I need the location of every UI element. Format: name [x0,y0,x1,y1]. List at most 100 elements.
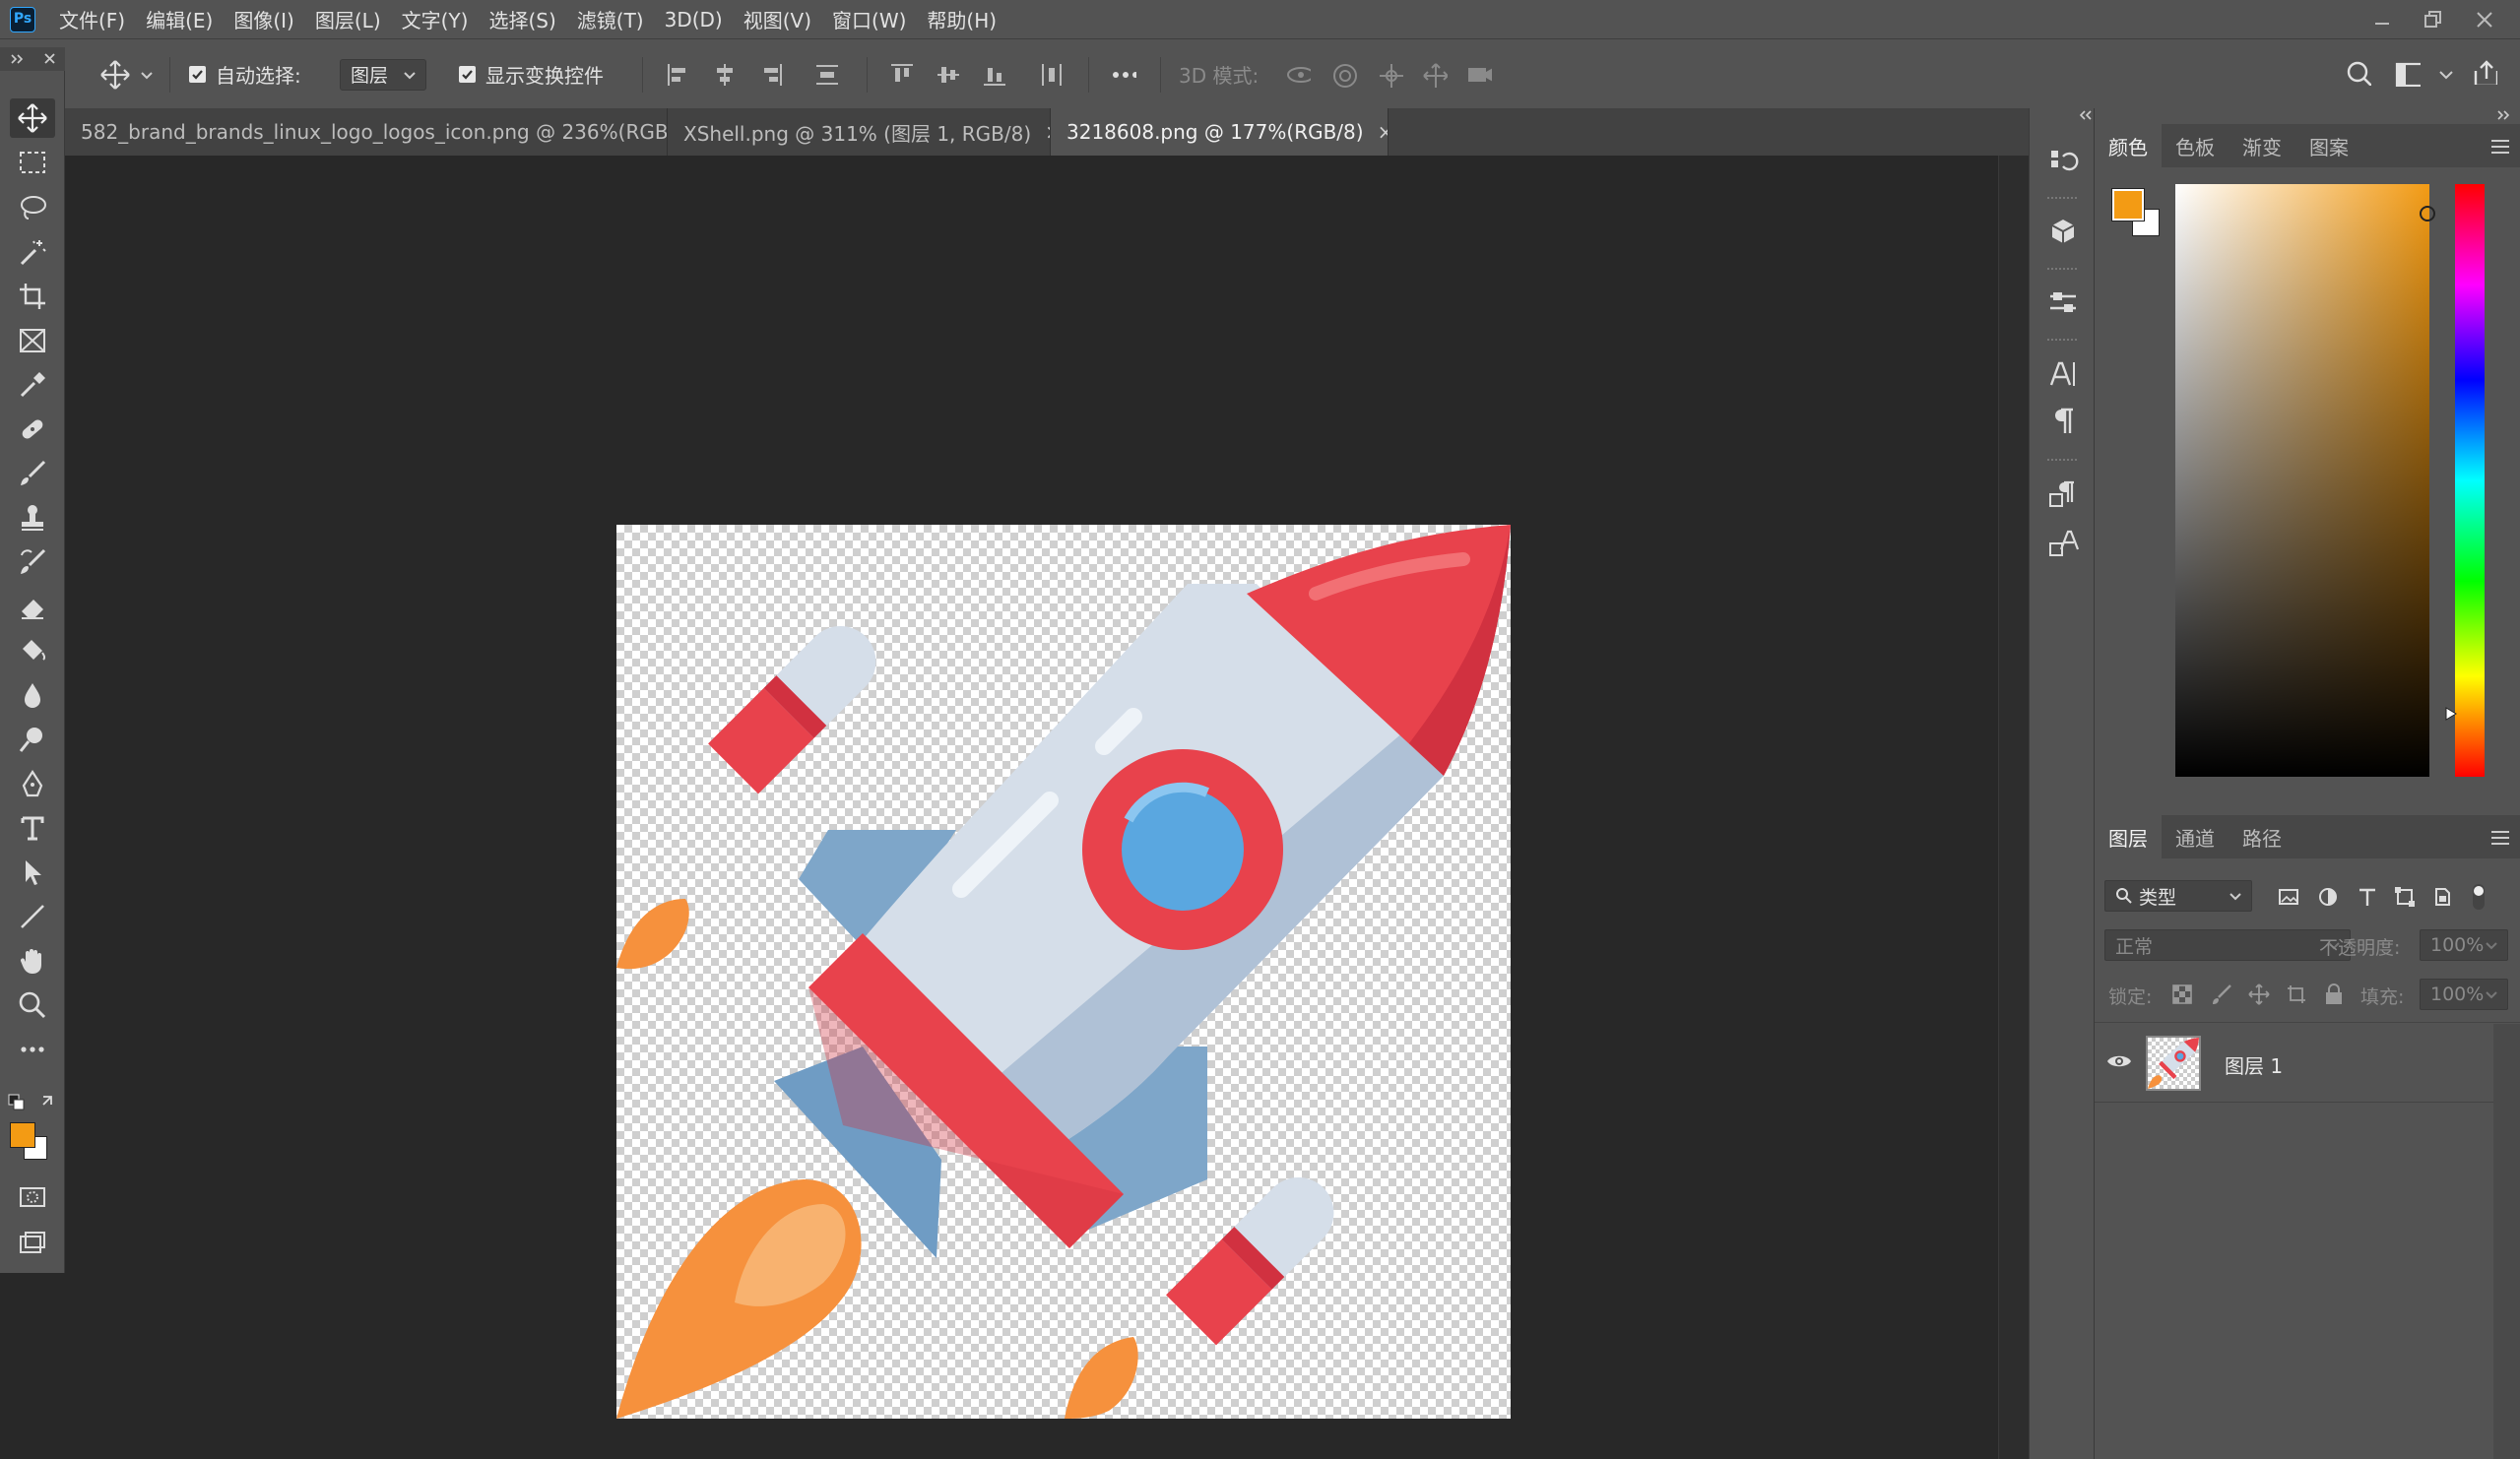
distribute-horizontal-icon[interactable] [1039,62,1065,88]
3d-roll-icon[interactable] [1331,62,1357,88]
search-icon[interactable] [2346,60,2371,86]
history-panel-button[interactable] [2043,143,2083,182]
restore-button[interactable] [2408,4,2459,35]
tab-swatches[interactable]: 色板 [2162,124,2229,167]
move-tool[interactable] [10,98,55,138]
blur-tool[interactable] [10,675,55,715]
tab-layers[interactable]: 图层 [2095,815,2162,858]
lock-position-icon[interactable] [2248,983,2270,1005]
menu-select[interactable]: 选择(S) [488,5,555,33]
paragraph-styles-button[interactable] [2043,475,2083,514]
tab-channels[interactable]: 通道 [2162,815,2229,858]
share-icon[interactable] [2472,59,2497,85]
align-top-icon[interactable] [889,62,915,88]
vertical-scrollbar[interactable] [1998,156,2029,1459]
type-layer-filter-icon[interactable] [2357,886,2378,908]
distribute-vertical-icon[interactable] [814,62,840,88]
collapse-double-chevron-icon[interactable] [0,47,65,71]
pixel-layer-filter-icon[interactable] [2278,886,2299,908]
color-picker-handle[interactable] [2420,206,2435,222]
hue-slider-marker-icon[interactable] [2445,707,2457,721]
magic-wand-tool[interactable] [10,232,55,272]
marquee-tool[interactable] [10,143,55,182]
dodge-tool[interactable] [10,720,55,759]
pen-tool[interactable] [10,764,55,803]
lock-all-icon[interactable] [2323,983,2345,1006]
tab-paths[interactable]: 路径 [2229,815,2295,858]
clone-stamp-tool[interactable] [10,498,55,538]
3d-orbit-icon[interactable] [1285,62,1311,88]
paint-bucket-tool[interactable] [10,631,55,670]
more-options-icon[interactable] [1111,62,1136,88]
hand-tool[interactable] [10,941,55,981]
frame-tool[interactable] [10,321,55,360]
menu-view[interactable]: 视图(V) [743,5,811,33]
collapse-double-chevron-icon[interactable] [2075,108,2095,122]
show-transform-option[interactable]: 显示变换控件 [459,39,604,109]
filter-toggle-icon[interactable] [2467,882,2490,912]
auto-select-option[interactable]: 自动选择: [189,39,301,109]
tools-panel-header[interactable] [0,47,65,71]
menu-window[interactable]: 窗口(W) [832,5,906,33]
panel-menu-icon[interactable] [2488,138,2512,156]
adjustment-layer-filter-icon[interactable] [2317,886,2339,908]
lock-image-pixels-icon[interactable] [2211,983,2232,1005]
3d-camera-icon[interactable] [1466,62,1492,88]
foreground-color-chip[interactable] [2111,188,2145,222]
character-panel-button[interactable] [2043,354,2083,394]
panel-menu-icon[interactable] [2488,829,2512,847]
layer-row[interactable]: 图层 1 [2095,1024,2493,1103]
color-panel-swatches[interactable] [2111,188,2162,238]
tab-gradients[interactable]: 渐变 [2229,124,2295,167]
menu-image[interactable]: 图像(I) [233,5,294,33]
align-vcenter-icon[interactable] [936,62,961,88]
blend-mode-dropdown[interactable]: 正常 [2104,929,2351,961]
workspace-icon[interactable] [2395,61,2421,87]
screen-mode-button[interactable] [10,1224,55,1263]
menu-layer[interactable]: 图层(L) [315,5,381,33]
color-field[interactable] [2175,184,2435,777]
layers-scrollbar[interactable] [2493,1024,2520,1459]
zoom-tool[interactable] [10,985,55,1025]
quick-mask-button[interactable] [10,1177,55,1217]
close-icon[interactable]: × [1378,120,1388,144]
menu-file[interactable]: 文件(F) [59,5,125,33]
history-brush-tool[interactable] [10,542,55,582]
adjustments-panel-button[interactable] [2043,283,2083,322]
shape-layer-filter-icon[interactable] [2394,886,2416,908]
hue-slider[interactable] [2455,184,2485,777]
eyedropper-tool[interactable] [10,365,55,405]
type-tool[interactable] [10,808,55,848]
path-selection-tool[interactable] [10,853,55,892]
align-bottom-icon[interactable] [982,62,1007,88]
crop-tool[interactable] [10,277,55,316]
3d-slide-icon[interactable] [1422,62,1448,88]
brush-tool[interactable] [10,454,55,493]
menu-filter[interactable]: 滤镜(T) [577,5,644,33]
auto-select-target-dropdown[interactable]: 图层 [340,58,426,91]
align-right-icon[interactable] [758,62,784,88]
3d-pan-icon[interactable] [1378,62,1403,88]
color-swatches[interactable] [10,1122,49,1162]
eye-icon[interactable] [2106,1051,2132,1071]
tab-linux-logo[interactable]: 582_brand_brands_linux_logo_logos_icon.p… [65,108,668,156]
opacity-input[interactable]: 100% [2420,929,2508,961]
tab-xshell[interactable]: XShell.png @ 311% (图层 1, RGB/8) × [668,108,1051,156]
line-tool[interactable] [10,897,55,936]
tab-3218608[interactable]: 3218608.png @ 177%(RGB/8) × [1051,108,1389,156]
foreground-color-swatch[interactable] [10,1122,35,1148]
close-window-button[interactable] [2459,4,2510,35]
character-styles-button[interactable] [2043,524,2083,563]
layer-name[interactable]: 图层 1 [2225,1050,2283,1079]
menu-edit[interactable]: 编辑(E) [146,5,213,33]
fill-input[interactable]: 100% [2420,979,2508,1010]
expand-double-chevron-icon[interactable] [2494,108,2514,122]
align-left-icon[interactable] [666,62,691,88]
chevron-down-icon[interactable] [2439,69,2465,95]
menu-type[interactable]: 文字(Y) [402,5,469,33]
lasso-tool[interactable] [10,188,55,227]
lock-transparent-pixels-icon[interactable] [2171,983,2193,1005]
menu-help[interactable]: 帮助(H) [927,5,997,33]
tab-patterns[interactable]: 图案 [2295,124,2362,167]
libraries-panel-button[interactable] [2043,212,2083,251]
